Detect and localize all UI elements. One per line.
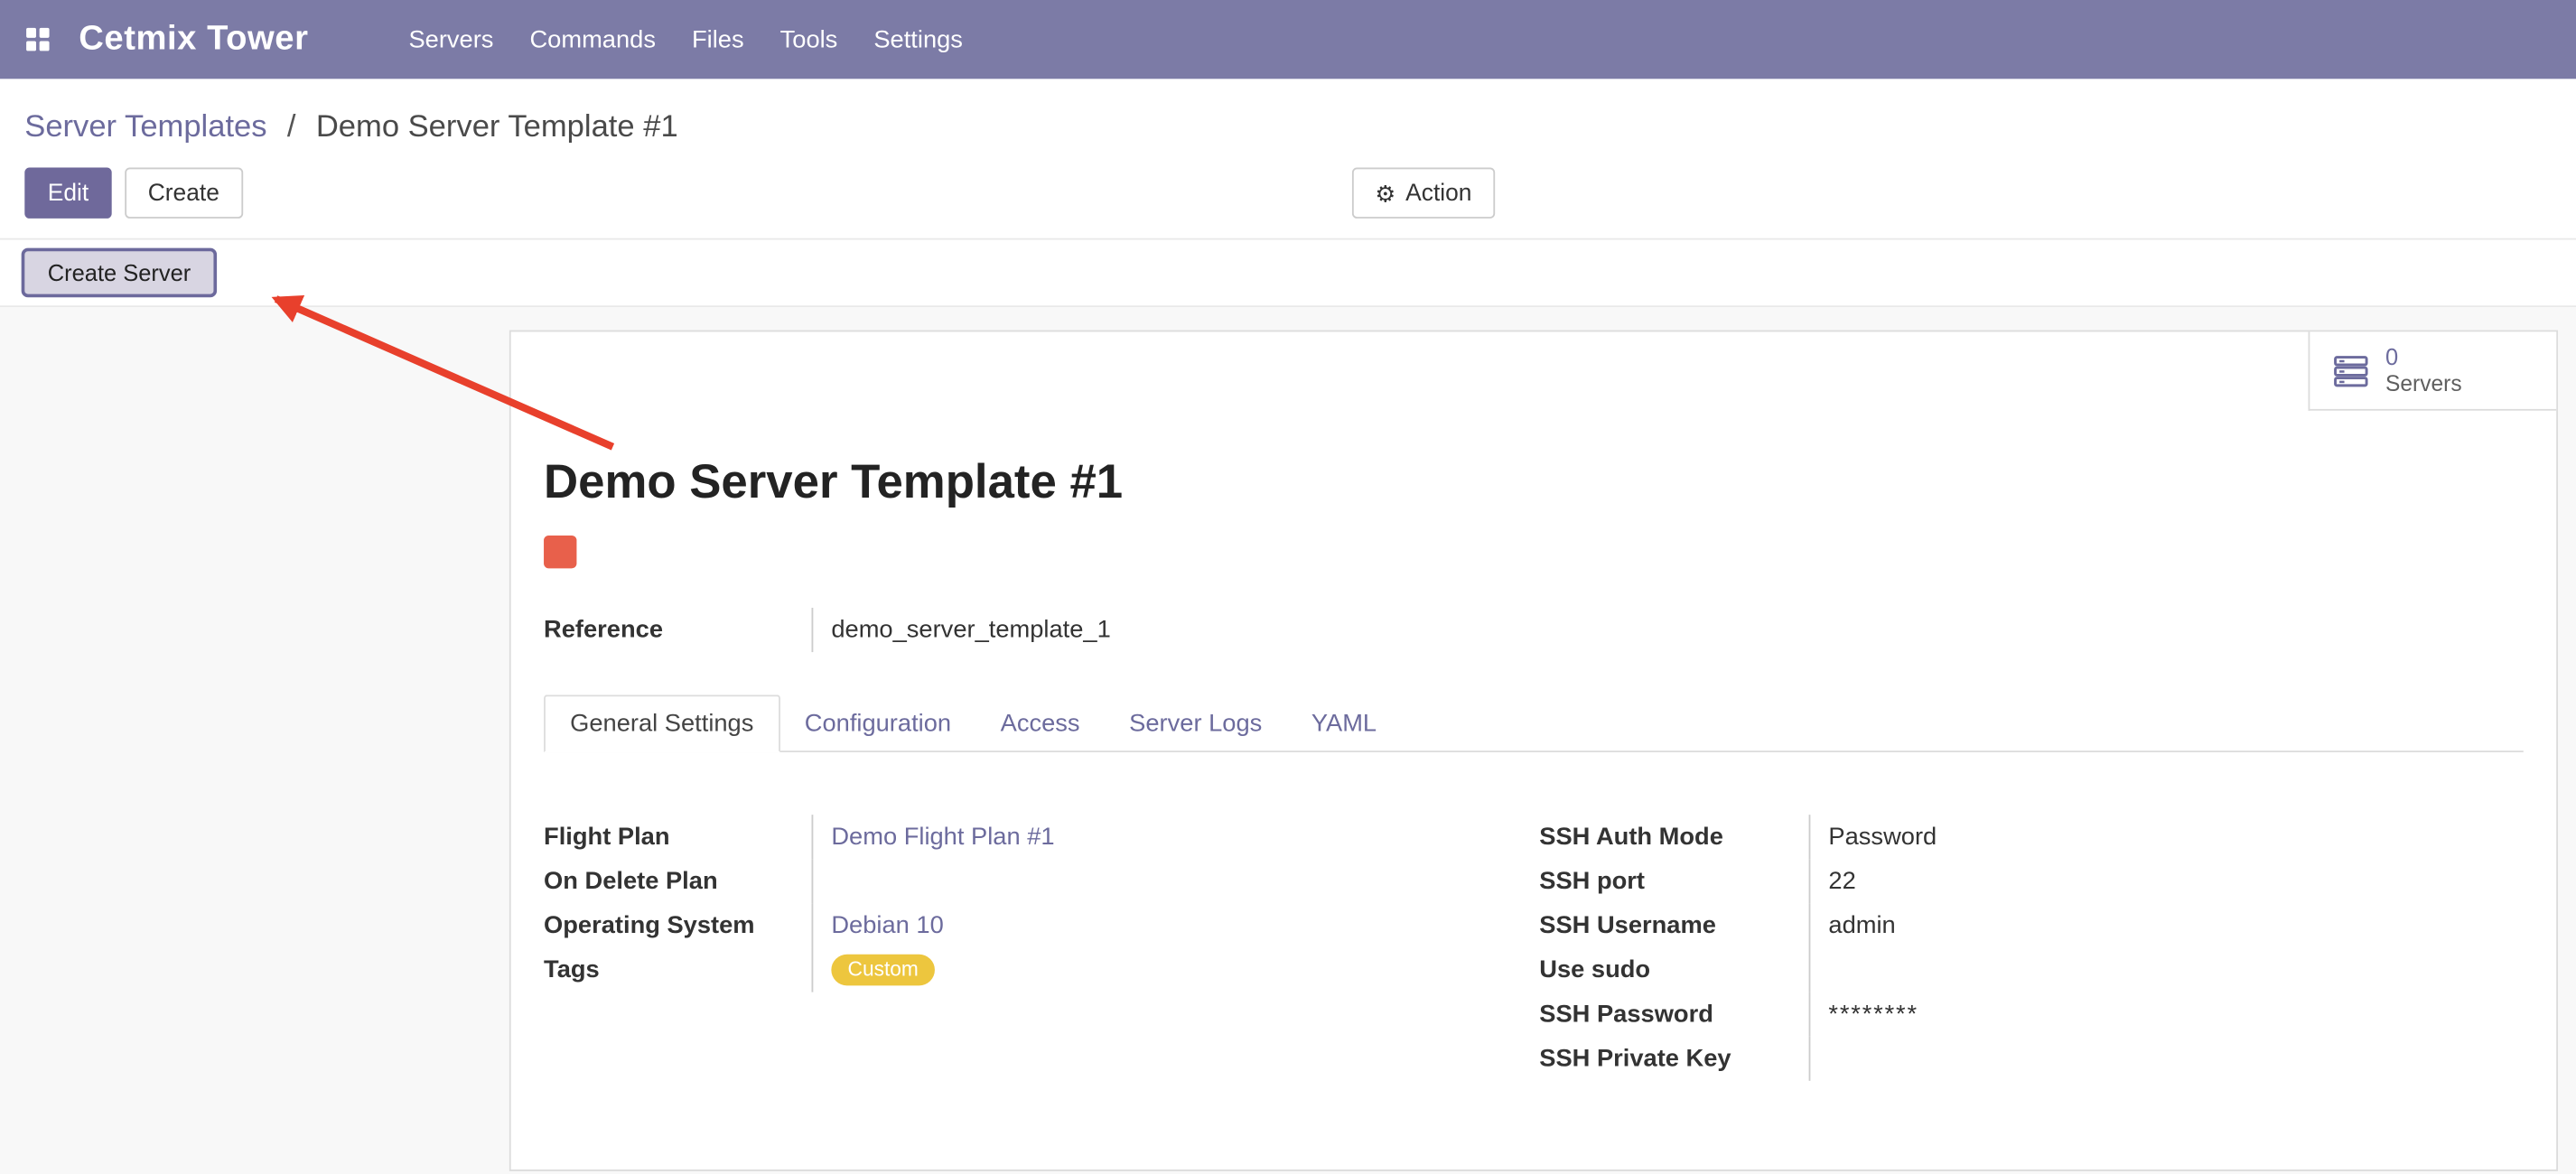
app-window: Cetmix Tower Servers Commands Files Tool… xyxy=(0,0,2576,1174)
tab-general-settings[interactable]: General Settings xyxy=(544,694,779,752)
color-tag[interactable] xyxy=(544,536,576,568)
template-actions-row: Create Server xyxy=(0,238,2576,307)
create-server-button[interactable]: Create Server xyxy=(22,248,218,298)
reference-field: Reference demo_server_template_1 xyxy=(544,608,2524,652)
field-label: Tags xyxy=(544,947,811,992)
field-ssh-port: SSH port 22 xyxy=(1539,859,2492,903)
menu-tools[interactable]: Tools xyxy=(762,25,856,53)
record-title: Demo Server Template #1 xyxy=(544,450,2524,516)
field-ssh-private-key: SSH Private Key xyxy=(1539,1037,2492,1081)
main-nav: Servers Commands Files Tools Settings xyxy=(390,25,981,53)
topbar: Cetmix Tower Servers Commands Files Tool… xyxy=(0,0,2576,79)
servers-stat-text: 0 Servers xyxy=(2385,343,2462,397)
breadcrumb-current: Demo Server Template #1 xyxy=(316,110,678,144)
field-label: SSH Password xyxy=(1539,992,1808,1037)
servers-icon xyxy=(2331,350,2371,390)
menu-servers[interactable]: Servers xyxy=(390,25,511,53)
menu-files[interactable]: Files xyxy=(674,25,762,53)
field-use-sudo: Use sudo xyxy=(1539,947,2492,992)
field-group-right: SSH Auth Mode Password SSH port 22 SSH U… xyxy=(1539,815,2492,1081)
tag-badge-custom[interactable]: Custom xyxy=(831,955,935,985)
field-ssh-username: SSH Username admin xyxy=(1539,903,2492,947)
template-form-card: 0 Servers Demo Server Template #1 Refere… xyxy=(509,331,2558,1171)
field-value: Password xyxy=(1809,815,2493,859)
field-value xyxy=(1809,1037,2493,1081)
field-value: ******** xyxy=(1809,992,2493,1037)
field-value xyxy=(1809,947,2493,992)
field-value: admin xyxy=(1809,903,2493,947)
operating-system-link[interactable]: Debian 10 xyxy=(831,911,943,939)
field-label: SSH Private Key xyxy=(1539,1037,1808,1081)
form-sheet: Demo Server Template #1 Reference demo_s… xyxy=(511,331,2557,1080)
reference-label: Reference xyxy=(544,608,811,652)
gear-icon: ⚙ xyxy=(1375,182,1395,204)
field-label: SSH port xyxy=(1539,859,1808,903)
reference-value: demo_server_template_1 xyxy=(812,608,1111,652)
create-button[interactable]: Create xyxy=(125,168,242,219)
tab-configuration[interactable]: Configuration xyxy=(779,694,975,752)
menu-settings[interactable]: Settings xyxy=(855,25,981,53)
field-ssh-password: SSH Password ******** xyxy=(1539,992,2492,1037)
breadcrumb: Server Templates / Demo Server Template … xyxy=(0,79,2576,146)
apps-grid-square xyxy=(26,41,36,51)
flight-plan-link[interactable]: Demo Flight Plan #1 xyxy=(831,823,1054,851)
field-label: Operating System xyxy=(544,903,811,947)
field-value: 22 xyxy=(1809,859,2493,903)
menu-commands[interactable]: Commands xyxy=(511,25,674,53)
field-tags: Tags Custom xyxy=(544,947,1539,992)
tab-access[interactable]: Access xyxy=(975,694,1105,752)
field-label: On Delete Plan xyxy=(544,859,811,903)
field-operating-system: Operating System Debian 10 xyxy=(544,903,1539,947)
servers-count: 0 xyxy=(2385,343,2462,369)
field-label: SSH Username xyxy=(1539,903,1808,947)
edit-button[interactable]: Edit xyxy=(24,168,111,219)
field-groups: Flight Plan Demo Flight Plan #1 On Delet… xyxy=(544,815,2524,1081)
apps-grid-square xyxy=(26,28,36,38)
field-value xyxy=(812,859,1540,903)
brand-title: Cetmix Tower xyxy=(79,20,308,60)
breadcrumb-separator: / xyxy=(287,110,296,144)
field-label: SSH Auth Mode xyxy=(1539,815,1808,859)
field-on-delete-plan: On Delete Plan xyxy=(544,859,1539,903)
field-label: Flight Plan xyxy=(544,815,811,859)
field-ssh-auth-mode: SSH Auth Mode Password xyxy=(1539,815,2492,859)
field-label: Use sudo xyxy=(1539,947,1808,992)
field-group-left: Flight Plan Demo Flight Plan #1 On Delet… xyxy=(544,815,1539,1081)
content-area: 0 Servers Demo Server Template #1 Refere… xyxy=(0,307,2576,1174)
apps-grid-square xyxy=(40,41,50,51)
servers-label: Servers xyxy=(2385,369,2462,397)
action-button[interactable]: ⚙ Action xyxy=(1352,168,1495,219)
field-flight-plan: Flight Plan Demo Flight Plan #1 xyxy=(544,815,1539,859)
servers-stat-button[interactable]: 0 Servers xyxy=(2309,331,2557,410)
notebook-tabs: General Settings Configuration Access Se… xyxy=(544,694,2524,752)
control-panel: Edit Create ⚙ Action xyxy=(24,168,2576,219)
apps-grid-square xyxy=(40,28,50,38)
tab-yaml[interactable]: YAML xyxy=(1287,694,1402,752)
action-button-label: Action xyxy=(1405,180,1471,206)
apps-grid-icon[interactable] xyxy=(26,28,52,51)
tab-server-logs[interactable]: Server Logs xyxy=(1105,694,1287,752)
breadcrumb-parent-link[interactable]: Server Templates xyxy=(24,110,266,144)
